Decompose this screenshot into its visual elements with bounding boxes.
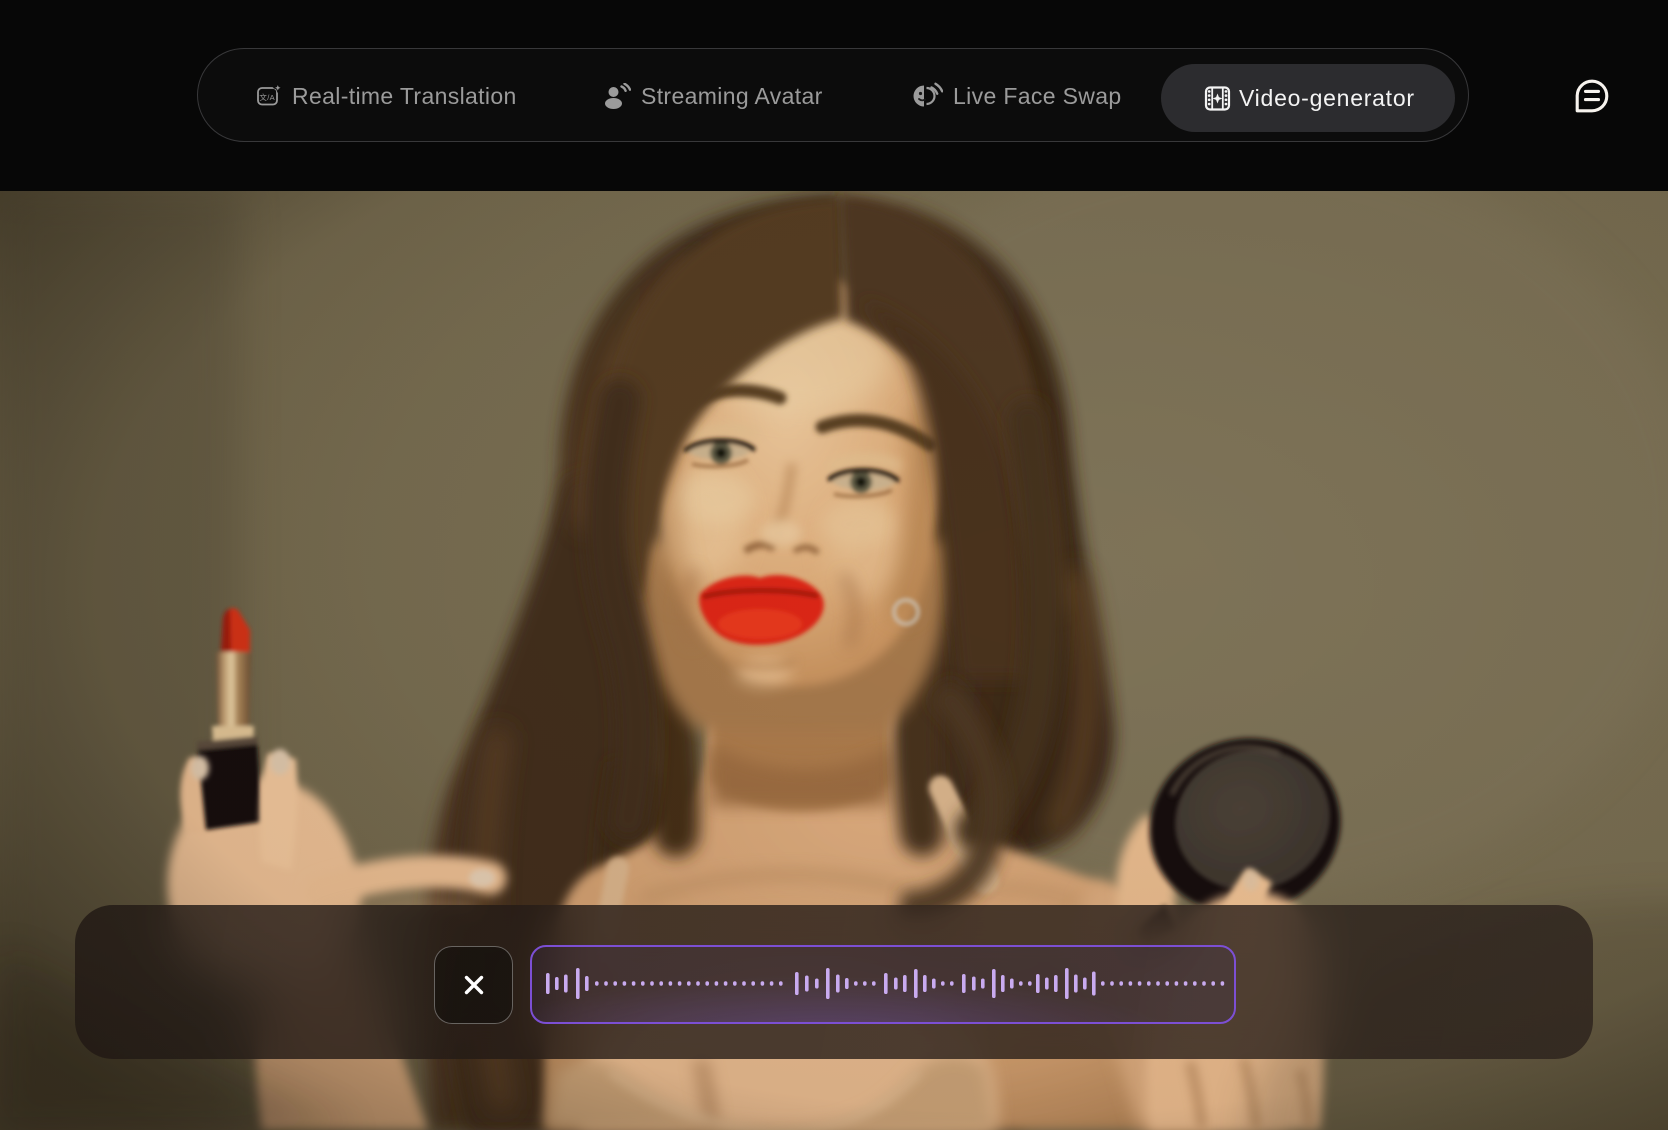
svg-text:文/A: 文/A [259, 92, 275, 102]
